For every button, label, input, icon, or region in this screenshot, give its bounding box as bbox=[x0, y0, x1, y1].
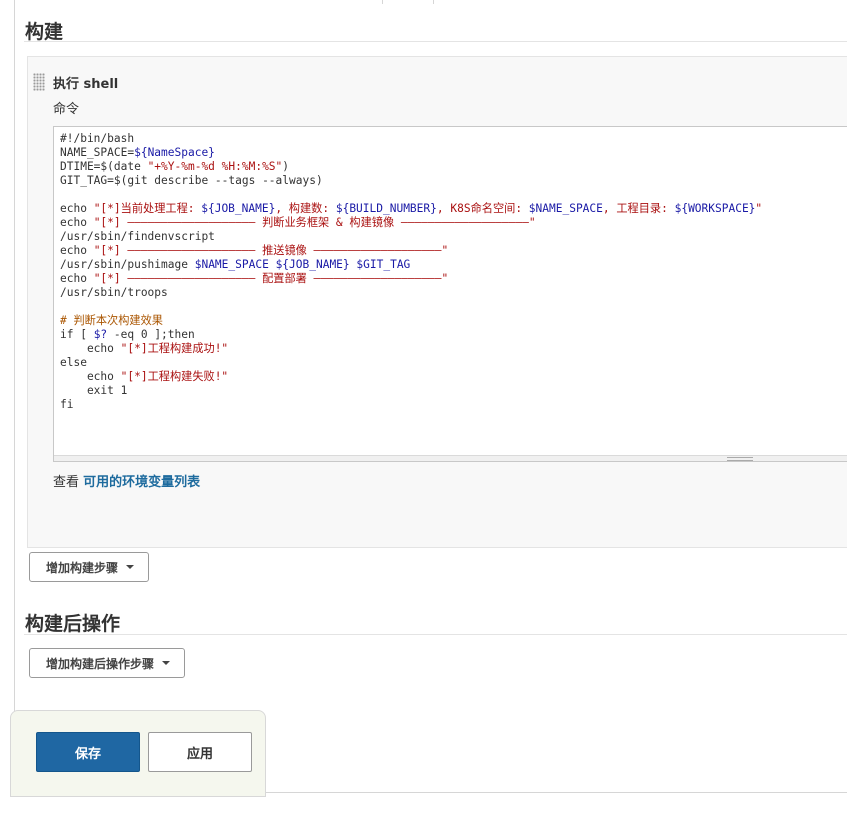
save-bar: 保存 应用 bbox=[10, 710, 266, 797]
code-line: echo "[*] ——————————————————— 配置部署 —————… bbox=[60, 272, 449, 285]
resize-grip-icon[interactable] bbox=[727, 457, 753, 461]
code-line: DTIME=$(date "+%Y-%m-%d %H:%M:%S") bbox=[60, 160, 290, 173]
code-line: echo "[*]当前处理工程: ${JOB_NAME}, 构建数: ${BUI… bbox=[60, 202, 763, 215]
command-editor[interactable]: #!/bin/bash NAME_SPACE=${NameSpace} DTIME=… bbox=[53, 126, 847, 462]
code-line: ​ bbox=[60, 300, 847, 314]
build-section-divider bbox=[24, 41, 847, 42]
code-line: # 判断本次构建效果 bbox=[60, 314, 163, 327]
save-button[interactable]: 保存 bbox=[36, 732, 140, 772]
command-code[interactable]: #!/bin/bash NAME_SPACE=${NameSpace} DTIME=… bbox=[54, 127, 847, 412]
step-title: 执行 shell bbox=[53, 77, 119, 92]
code-line: /usr/sbin/troops bbox=[60, 286, 168, 299]
add-build-step-label: 增加构建步骤 bbox=[46, 560, 119, 575]
code-line: ​ bbox=[60, 188, 847, 202]
code-line: echo "[*] ——————————————————— 判断业务框架 & 构… bbox=[60, 216, 536, 229]
code-line: else bbox=[60, 356, 87, 369]
code-line: /usr/sbin/pushimage $NAME_SPACE ${JOB_NA… bbox=[60, 258, 411, 271]
code-line: if [ $? -eq 0 ];then bbox=[60, 328, 195, 341]
add-build-step-button[interactable]: 增加构建步骤 bbox=[29, 552, 150, 582]
add-post-build-step-label: 增加构建后操作步骤 bbox=[46, 656, 155, 671]
command-label: 命令 bbox=[53, 102, 80, 117]
drag-handle-icon[interactable] bbox=[33, 73, 45, 91]
env-vars-link[interactable]: 可用的环境变量列表 bbox=[83, 475, 200, 490]
caret-down-icon bbox=[162, 661, 171, 665]
code-line: /usr/sbin/findenvscript bbox=[60, 230, 215, 243]
code-line: GIT_TAG=$(git describe --tags --always) bbox=[60, 174, 323, 187]
apply-button[interactable]: 应用 bbox=[148, 732, 252, 772]
env-vars-prefix: 查看 bbox=[53, 475, 80, 490]
editor-resize-bar[interactable] bbox=[54, 455, 847, 461]
execute-shell-step: 执行 shell 命令 #!/bin/bash NAME_SPACE=${Name… bbox=[27, 56, 847, 548]
build-section-title: 构建 bbox=[25, 21, 64, 43]
post-build-section-title: 构建后操作 bbox=[25, 613, 121, 635]
code-line: echo "[*]工程构建成功!" bbox=[60, 342, 229, 355]
code-line: NAME_SPACE=${NameSpace} bbox=[60, 146, 215, 159]
add-post-build-step-button[interactable]: 增加构建后操作步骤 bbox=[29, 648, 186, 678]
code-line: exit 1 bbox=[60, 384, 128, 397]
caret-down-icon bbox=[126, 565, 135, 569]
code-line: echo "[*]工程构建失败!" bbox=[60, 370, 229, 383]
code-line: echo "[*] ——————————————————— 推送镜像 —————… bbox=[60, 244, 449, 257]
code-line: fi bbox=[60, 398, 74, 411]
env-vars-line: 查看 可用的环境变量列表 bbox=[53, 471, 200, 490]
top-tab-edge bbox=[382, 0, 434, 4]
code-line: #!/bin/bash bbox=[60, 132, 135, 145]
post-build-section-divider bbox=[24, 634, 847, 635]
